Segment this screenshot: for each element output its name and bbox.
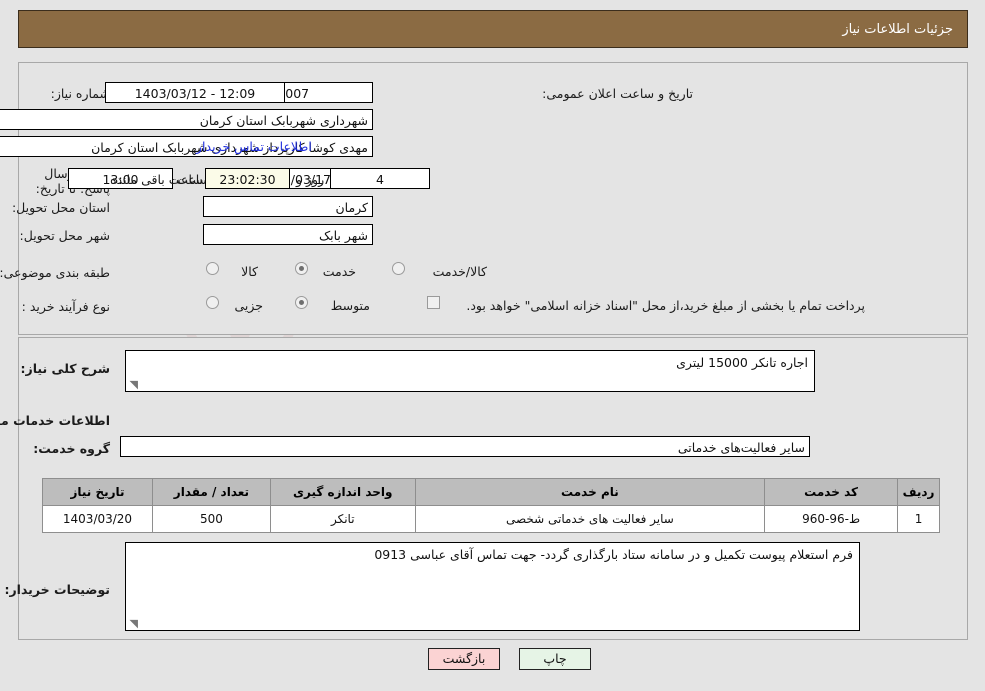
cell-code: ط-96-960 — [764, 505, 899, 533]
buyer-org-value: شهرداری شهربابک استان کرمان — [0, 109, 373, 130]
deadline-days-value: 4 — [330, 168, 430, 189]
deadline-countdown-suffix: ساعت باقی مانده — [110, 172, 203, 187]
category-radio-kala-khedmat[interactable] — [392, 262, 405, 275]
general-need-label: شرح کلی نیاز: — [20, 361, 110, 376]
delivery-province-label: استان محل تحویل: — [11, 200, 110, 215]
buyer-notes-value: فرم استعلام پیوست تکمیل و در سامانه ستاد… — [374, 547, 853, 562]
delivery-province-value: کرمان — [203, 196, 373, 217]
resize-grip-icon-notes[interactable]: ◥ — [128, 618, 138, 629]
general-need-textarea[interactable]: اجاره تانکر 15000 لیتری ◥ — [125, 350, 815, 392]
print-button[interactable]: چاپ — [519, 648, 591, 670]
resize-grip-icon[interactable]: ◥ — [128, 379, 138, 390]
category-option-kala-label: کالا — [241, 264, 258, 279]
public-announce-label: تاریخ و ساعت اعلان عمومی: — [542, 86, 693, 101]
deadline-countdown-value: 23:02:30 — [205, 168, 290, 189]
purchase-process-label: نوع فرآیند خرید : — [21, 299, 110, 314]
services-heading: اطلاعات خدمات مورد نیاز — [0, 413, 110, 428]
delivery-city-value: شهر بابک — [203, 224, 373, 245]
th-need-date: تاریخ نیاز — [42, 478, 153, 506]
back-button[interactable]: بازگشت — [428, 648, 500, 670]
window-title-bar: جزئیات اطلاعات نیاز — [18, 10, 968, 48]
category-option-khedmat-label: خدمت — [322, 264, 356, 279]
table-header-row: ردیف کد خدمت نام خدمت واحد اندازه گیری ت… — [42, 478, 940, 506]
category-option-kala-khedmat-label: کالا/خدمت — [432, 264, 487, 279]
purchase-option-motevaset-label: متوسط — [330, 298, 370, 313]
service-group-label: گروه خدمت: — [33, 441, 110, 456]
category-label: طبقه بندی موضوعی: — [0, 265, 110, 280]
page-title: جزئیات اطلاعات نیاز — [842, 21, 953, 37]
purchase-radio-jozii[interactable] — [206, 296, 219, 309]
delivery-city-label: شهر محل تحویل: — [19, 228, 110, 243]
services-table: ردیف کد خدمت نام خدمت واحد اندازه گیری ت… — [42, 478, 940, 533]
treasury-bonds-checkbox[interactable] — [427, 296, 440, 309]
th-unit: واحد اندازه گیری — [269, 478, 416, 506]
requester-value: مهدی کوشا کارپرداز شهرداری شهربابک استان… — [0, 136, 373, 157]
public-announce-value: 1403/03/12 - 12:09 — [105, 82, 285, 103]
category-radio-kala[interactable] — [206, 262, 219, 275]
cell-name: سایر فعالیت های خدماتی شخصی — [414, 505, 766, 533]
th-code: کد خدمت — [764, 478, 899, 506]
treasury-bonds-label: پرداخت تمام یا بخشی از مبلغ خرید،از محل … — [466, 298, 865, 313]
purchase-radio-motevaset[interactable] — [295, 296, 308, 309]
buyer-notes-label: توضیحات خریدار: — [4, 582, 110, 597]
general-need-value: اجاره تانکر 15000 لیتری — [676, 355, 808, 370]
cell-unit: تانکر — [269, 505, 416, 533]
th-row: ردیف — [897, 478, 940, 506]
buyer-contact-link[interactable]: اطلاعات تماس خریدار — [196, 139, 312, 154]
cell-row: 1 — [897, 505, 940, 533]
page-root: AriaTender .net جزئیات اطلاعات نیاز شمار… — [0, 0, 985, 691]
deadline-days-suffix: روز و — [296, 172, 325, 187]
purchase-option-jozii-label: جزیی — [234, 298, 263, 313]
th-name: نام خدمت — [414, 478, 766, 506]
th-quantity: تعداد / مقدار — [152, 478, 271, 506]
table-row: 1 ط-96-960 سایر فعالیت های خدماتی شخصی ت… — [42, 505, 940, 533]
service-group-value: سایر فعالیت‌های خدماتی — [120, 436, 810, 457]
cell-quantity: 500 — [152, 505, 271, 533]
cell-need-date: 1403/03/20 — [42, 505, 153, 533]
category-radio-khedmat[interactable] — [295, 262, 308, 275]
buyer-notes-textarea[interactable]: فرم استعلام پیوست تکمیل و در سامانه ستاد… — [125, 542, 860, 631]
need-number-label: شماره نیاز: — [50, 86, 110, 101]
